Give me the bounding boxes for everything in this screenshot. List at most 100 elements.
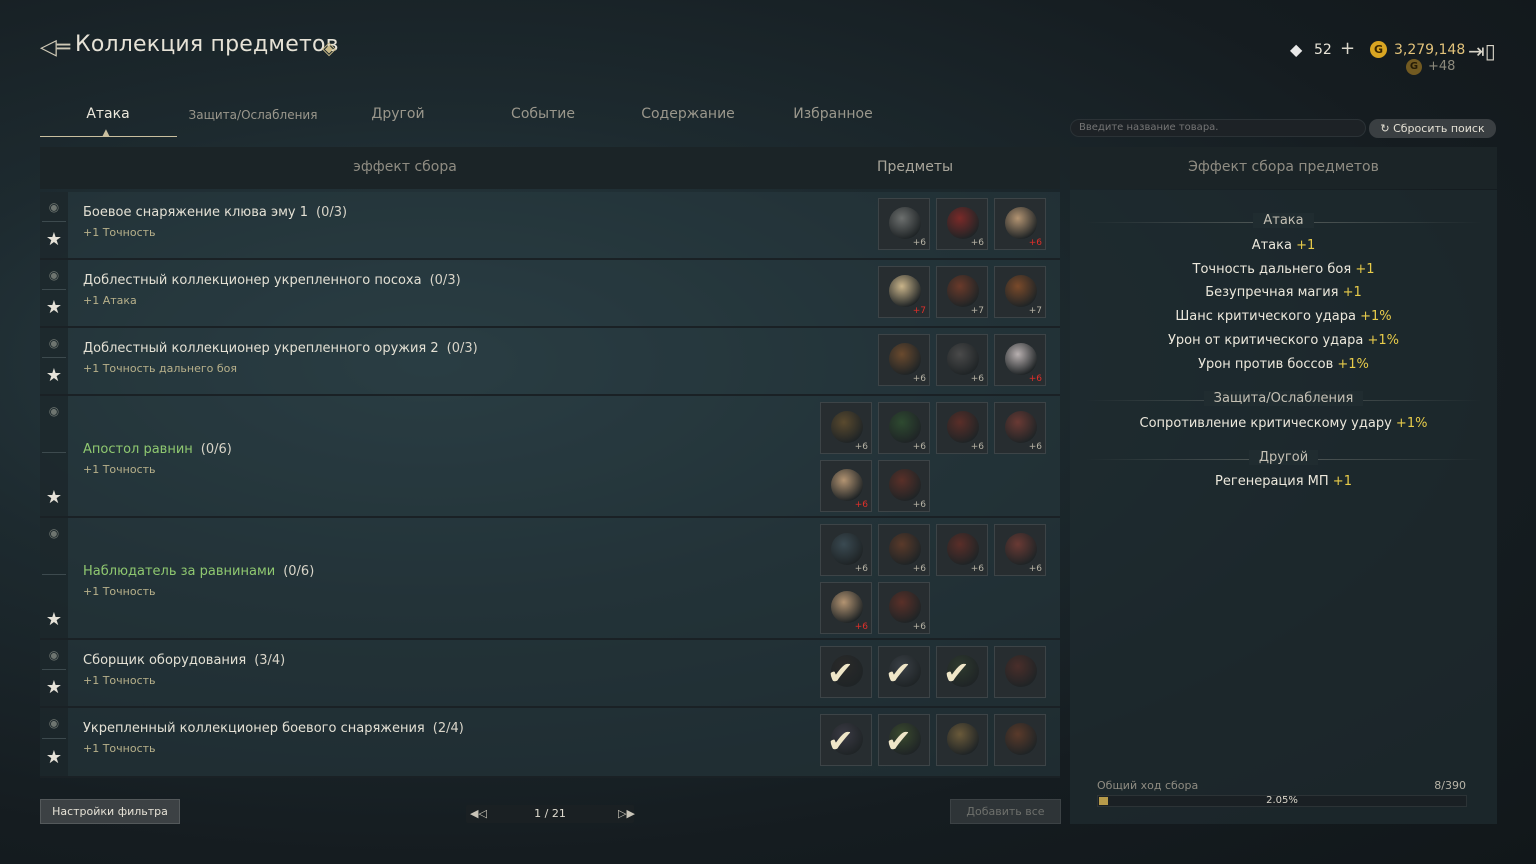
item-slot[interactable]: +6	[936, 198, 988, 250]
item-slot[interactable]: +6	[936, 334, 988, 386]
item-slot[interactable]: +7	[994, 266, 1046, 318]
eye-icon[interactable]: ◉	[45, 336, 63, 350]
item-slot[interactable]: +7	[878, 266, 930, 318]
item-slot[interactable]: +6	[936, 524, 988, 576]
star-icon[interactable]: ★	[44, 298, 64, 318]
back-arrow-icon[interactable]: ◁═	[40, 36, 70, 60]
star-icon[interactable]: ★	[44, 678, 64, 698]
item-slot[interactable]: +6	[820, 460, 872, 512]
stat-label: Атака	[1251, 238, 1292, 253]
gold-count: 3,279,148	[1394, 42, 1466, 58]
item-icon	[889, 533, 921, 565]
star-icon[interactable]: ★	[44, 230, 64, 250]
item-icon	[1005, 411, 1037, 443]
collection-row[interactable]: ◉ ★ Доблестный коллекционер укрепленного о…	[40, 328, 1060, 396]
item-slot[interactable]: +6	[878, 198, 930, 250]
tab-favorites[interactable]: Избранное	[780, 106, 886, 126]
item-slot[interactable]: +6	[878, 582, 930, 634]
stat-label: Шанс критического удара	[1175, 309, 1356, 324]
collection-row[interactable]: ◉ ★ Укрепленный коллекционер боевого снаря…	[40, 708, 1060, 778]
item-slot[interactable]: +6	[820, 524, 872, 576]
tab-attack[interactable]: Атака	[60, 106, 156, 126]
row-name: Наблюдатель за равнинами	[83, 564, 276, 579]
column-header-items: Предметы	[876, 159, 954, 175]
collection-row[interactable]: ◉ ★ Апостол равнин (0/6) +1 Точность +6 +6 +6 +6…	[40, 396, 1060, 518]
item-slot[interactable]: +6	[820, 582, 872, 634]
triangle-right-icon[interactable]: ▷▶	[618, 806, 635, 822]
item-slot[interactable]: +6	[878, 460, 930, 512]
page-title: Коллекция предметов	[75, 32, 339, 57]
exit-icon[interactable]: ⇥▯	[1468, 38, 1498, 64]
item-slot[interactable]	[994, 646, 1046, 698]
tab-other[interactable]: Другой	[348, 106, 448, 126]
collection-row[interactable]: ◉ ★ Боевое снаряжение клюва эму 1 (0/3) +1 Т…	[40, 192, 1060, 260]
item-icon	[1005, 533, 1037, 565]
eye-icon[interactable]: ◉	[45, 268, 63, 282]
item-slot[interactable]: +6	[994, 198, 1046, 250]
row-title: Наблюдатель за равнинами (0/6)	[83, 564, 314, 579]
item-enhance-level: +6	[854, 622, 868, 632]
item-slot[interactable]: +6	[994, 334, 1046, 386]
row-title: Доблестный коллекционер укрепленного пос…	[83, 273, 461, 288]
collected-check-icon: ✔	[827, 654, 854, 692]
item-icon	[889, 343, 921, 375]
item-enhance-level: +6	[912, 564, 926, 574]
item-icon	[947, 343, 979, 375]
item-slot[interactable]: +6	[878, 334, 930, 386]
eye-icon[interactable]: ◉	[45, 200, 63, 214]
item-icon	[889, 275, 921, 307]
item-slot[interactable]: ✔	[820, 714, 872, 766]
star-icon[interactable]: ★	[44, 748, 64, 768]
item-icon	[1005, 275, 1037, 307]
item-slot[interactable]: +6	[820, 402, 872, 454]
item-icon	[947, 723, 979, 755]
item-enhance-level: +6	[1028, 564, 1042, 574]
row-count: (0/3)	[446, 341, 478, 356]
row-name: Укрепленный коллекционер боевого снаряже…	[83, 721, 425, 736]
effect-stat: Атака +1	[1070, 238, 1497, 253]
star-icon[interactable]: ★	[44, 366, 64, 386]
star-icon[interactable]: ★	[44, 610, 64, 630]
item-slot[interactable]: ✔	[936, 646, 988, 698]
search-input[interactable]	[1070, 119, 1366, 137]
item-slot[interactable]: ✔	[878, 714, 930, 766]
divider	[42, 452, 66, 453]
tab-content[interactable]: Содержание	[630, 106, 746, 126]
add-all-button[interactable]: Добавить все	[950, 799, 1061, 824]
effect-category: Другой	[1070, 450, 1497, 465]
reset-search-button[interactable]: ↻ Сбросить поиск	[1369, 119, 1496, 138]
item-slot[interactable]: +7	[936, 266, 988, 318]
eye-icon[interactable]: ◉	[45, 404, 63, 418]
collection-row[interactable]: ◉ ★ Доблестный коллекционер укрепленного п…	[40, 260, 1060, 328]
divider	[42, 574, 66, 575]
stat-label: Точность дальнего боя	[1192, 262, 1352, 277]
item-slot[interactable]	[936, 714, 988, 766]
filter-settings-button[interactable]: Настройки фильтра	[40, 799, 180, 824]
collection-row[interactable]: ◉ ★ Наблюдатель за равнинами (0/6) +1 Точнос…	[40, 518, 1060, 640]
effect-stat: Безупречная магия +1	[1070, 285, 1497, 300]
effect-stat: Шанс критического удара +1%	[1070, 309, 1497, 324]
item-slot[interactable]: +6	[936, 402, 988, 454]
eye-icon[interactable]: ◉	[45, 648, 63, 662]
item-slot[interactable]: ✔	[820, 646, 872, 698]
row-side: ◉ ★	[40, 192, 68, 258]
item-slot[interactable]: +6	[994, 524, 1046, 576]
tab-defense[interactable]: Защита/Ослабления	[178, 108, 328, 128]
item-slot[interactable]	[994, 714, 1046, 766]
divider	[42, 669, 66, 670]
item-slot[interactable]: +6	[878, 524, 930, 576]
triangle-left-icon[interactable]: ◀◁	[470, 806, 487, 822]
item-slot[interactable]: ✔	[878, 646, 930, 698]
progress-label: Общий ход сбора	[1097, 779, 1199, 792]
item-slot[interactable]: +6	[994, 402, 1046, 454]
collection-row[interactable]: ◉ ★ Сборщик оборудования (3/4) +1 Точность ✔ ✔…	[40, 640, 1060, 708]
star-icon[interactable]: ★	[44, 488, 64, 508]
row-side: ◉ ★	[40, 708, 68, 776]
row-bonus: +1 Точность	[83, 463, 156, 476]
eye-icon[interactable]: ◉	[45, 716, 63, 730]
tab-event[interactable]: Событие	[490, 106, 596, 126]
tab-marker-icon: ▲	[102, 128, 110, 138]
eye-icon[interactable]: ◉	[45, 526, 63, 540]
add-currency-button[interactable]: +	[1340, 38, 1355, 59]
item-slot[interactable]: +6	[878, 402, 930, 454]
